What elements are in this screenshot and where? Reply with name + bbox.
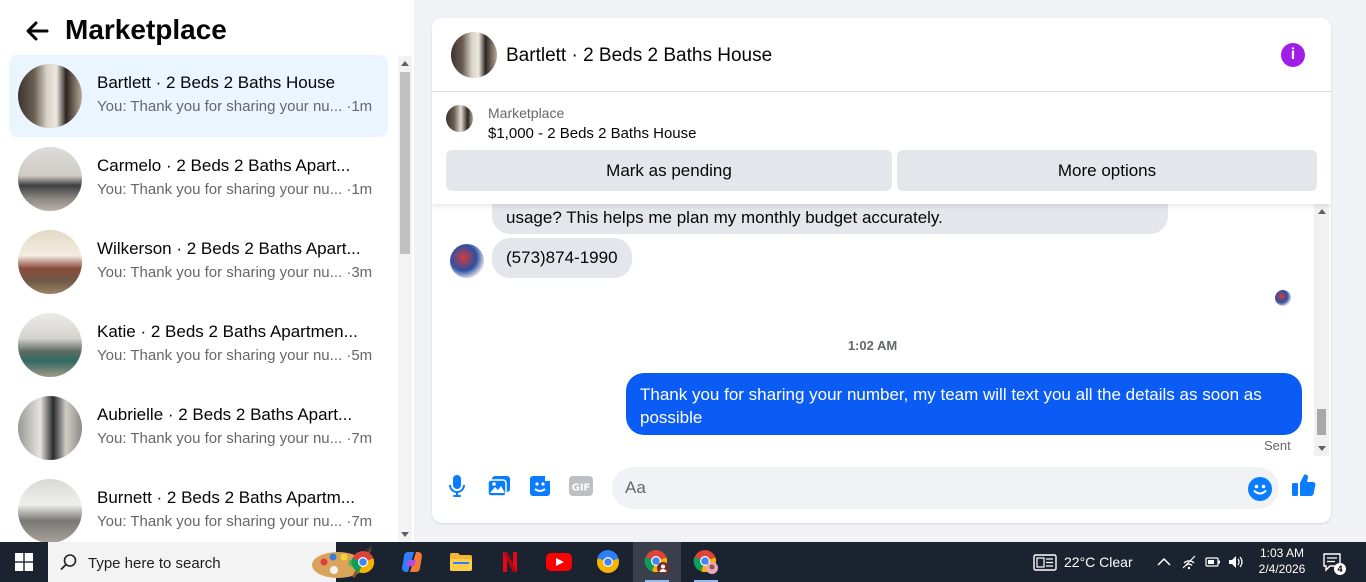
conversation-item[interactable]: Aubrielle · 2 Beds 2 Baths Apart... You:… (9, 387, 388, 469)
taskbar-clock[interactable]: 1:03 AM 2/4/2026 (1250, 545, 1314, 577)
sender-avatar (450, 244, 484, 278)
photo-icon[interactable] (486, 473, 512, 499)
youtube-icon (546, 553, 572, 571)
chat-header: Bartlett · 2 Beds 2 Baths House i (432, 18, 1331, 92)
conversation-item[interactable]: Katie · 2 Beds 2 Baths Apartmen... You: … (9, 304, 388, 386)
conversation-avatar (18, 230, 82, 294)
conversation-avatar (18, 479, 82, 542)
netflix-icon (503, 552, 517, 572)
gif-icon[interactable]: GIF (568, 473, 594, 499)
scrollbar-thumb[interactable] (400, 72, 410, 254)
conversation-avatar (18, 64, 82, 128)
svg-text:GIF: GIF (572, 483, 591, 494)
folder-icon (450, 553, 472, 571)
sidebar-scrollbar[interactable] (398, 56, 412, 542)
back-button[interactable] (22, 16, 52, 46)
sticker-icon[interactable] (527, 473, 553, 499)
arrow-left-icon (26, 21, 49, 41)
conversation-preview: You: Thank you for sharing your nu... ·7… (97, 430, 373, 447)
conversation-sidebar: Marketplace Bartlett · 2 Beds 2 Baths Ho… (0, 0, 414, 542)
message-composer: GIF (432, 456, 1331, 523)
conversation-preview: You: Thank you for sharing your nu... ·7… (97, 513, 373, 530)
taskbar-chrome-app[interactable] (339, 542, 387, 582)
conversation-item[interactable]: Wilkerson · 2 Beds 2 Baths Apart... You:… (9, 221, 388, 303)
listing-card: Marketplace $1,000 - 2 Beds 2 Baths Hous… (432, 92, 1331, 204)
mark-as-pending-button[interactable]: Mark as pending (446, 150, 892, 191)
taskbar-search-box[interactable]: Type here to search (48, 542, 372, 582)
copilot-icon (402, 552, 422, 572)
conversation-item[interactable]: Bartlett · 2 Beds 2 Baths House You: Tha… (9, 55, 388, 137)
clock-date: 2/4/2026 (1258, 562, 1306, 576)
incoming-message: usage? This helps me plan my monthly bud… (492, 204, 1168, 234)
listing-price-title[interactable]: $1,000 - 2 Beds 2 Baths House (488, 125, 696, 142)
notification-count-badge: 4 (1334, 563, 1346, 575)
message-timestamp: 1:02 AM (847, 338, 898, 353)
conversation-title: Aubrielle · 2 Beds 2 Baths Apart... (97, 405, 353, 424)
message-status: Sent (1264, 438, 1291, 453)
page-title: Marketplace (65, 14, 227, 45)
search-icon (60, 554, 77, 570)
incoming-message-phone: (573)874-1990 (492, 238, 632, 278)
notification-center-button[interactable]: 4 (1322, 552, 1346, 577)
conversation-title: Carmelo · 2 Beds 2 Baths Apart... (97, 156, 351, 175)
scroll-down-arrow-icon[interactable] (401, 532, 409, 537)
info-icon[interactable]: i (1281, 43, 1305, 67)
conversation-list: Bartlett · 2 Beds 2 Baths House You: Tha… (0, 55, 396, 542)
listing-thumbnail[interactable] (446, 105, 473, 132)
emoji-icon[interactable] (1248, 477, 1272, 501)
wifi-icon[interactable] (1181, 554, 1197, 570)
scroll-up-arrow-icon[interactable] (1318, 209, 1326, 214)
conversation-item[interactable]: Carmelo · 2 Beds 2 Baths Apart... You: T… (9, 138, 388, 220)
conversation-avatar (18, 396, 82, 460)
chrome-icon (351, 551, 375, 574)
scrollbar-thumb[interactable] (1317, 409, 1326, 435)
chrome-icon (693, 550, 718, 574)
clock-time: 1:03 AM (1259, 546, 1305, 560)
thumbs-up-icon[interactable] (1291, 472, 1317, 498)
weather-icon[interactable] (1033, 554, 1057, 571)
conversation-preview: You: Thank you for sharing your nu... ·3… (97, 264, 373, 281)
conversation-title: Wilkerson · 2 Beds 2 Baths Apart... (97, 239, 361, 258)
seen-indicator-avatar (1275, 290, 1291, 306)
battery-icon[interactable] (1205, 554, 1221, 570)
search-placeholder: Type here to search (88, 555, 221, 572)
taskbar-file-explorer-app[interactable] (437, 542, 485, 582)
windows-logo-icon (15, 553, 33, 571)
taskbar-chrome-secondary-app[interactable] (682, 542, 730, 582)
chat-scrollbar[interactable] (1314, 204, 1329, 456)
taskbar-youtube-app[interactable] (535, 542, 583, 582)
chat-title[interactable]: Bartlett · 2 Beds 2 Baths House (506, 45, 772, 67)
volume-icon[interactable] (1228, 554, 1244, 570)
chrome-icon (597, 550, 619, 573)
conversation-preview: You: Thank you for sharing your nu... ·1… (97, 181, 373, 198)
microphone-icon[interactable] (444, 473, 470, 499)
message-input[interactable] (612, 467, 1279, 509)
taskbar-copilot-app[interactable] (388, 542, 436, 582)
weather-text[interactable]: 22°C Clear (1064, 554, 1133, 570)
more-options-button[interactable]: More options (897, 150, 1317, 191)
conversation-avatar (18, 313, 82, 377)
conversation-preview: You: Thank you for sharing your nu... ·1… (97, 98, 373, 115)
conversation-title: Burnett · 2 Beds 2 Baths Apartm... (97, 488, 355, 507)
conversation-item[interactable]: Burnett · 2 Beds 2 Baths Apartm... You: … (9, 470, 388, 542)
conversation-title: Bartlett · 2 Beds 2 Baths House (97, 73, 336, 92)
taskbar-chrome-active-app[interactable] (633, 542, 681, 582)
scroll-up-arrow-icon[interactable] (401, 61, 409, 66)
chat-window: Bartlett · 2 Beds 2 Baths House i Market… (432, 18, 1331, 523)
chrome-icon (644, 550, 669, 574)
sidebar-header: Marketplace (0, 0, 414, 56)
chat-avatar[interactable] (451, 32, 497, 78)
scroll-down-arrow-icon[interactable] (1318, 446, 1326, 451)
listing-source-label: Marketplace (488, 105, 565, 121)
message-thread: usage? This helps me plan my monthly bud… (432, 204, 1331, 456)
outgoing-message: Thank you for sharing your number, my te… (626, 373, 1302, 435)
start-button[interactable] (0, 542, 48, 582)
taskbar-chrome-profile-app[interactable] (584, 542, 632, 582)
conversation-avatar (18, 147, 82, 211)
chevron-up-icon[interactable] (1156, 554, 1172, 570)
windows-taskbar: Type here to search 22°C Clear 1:03 AM 2… (0, 542, 1366, 582)
taskbar-netflix-app[interactable] (486, 542, 534, 582)
conversation-preview: You: Thank you for sharing your nu... ·5… (97, 347, 373, 364)
conversation-title: Katie · 2 Beds 2 Baths Apartmen... (97, 322, 358, 341)
